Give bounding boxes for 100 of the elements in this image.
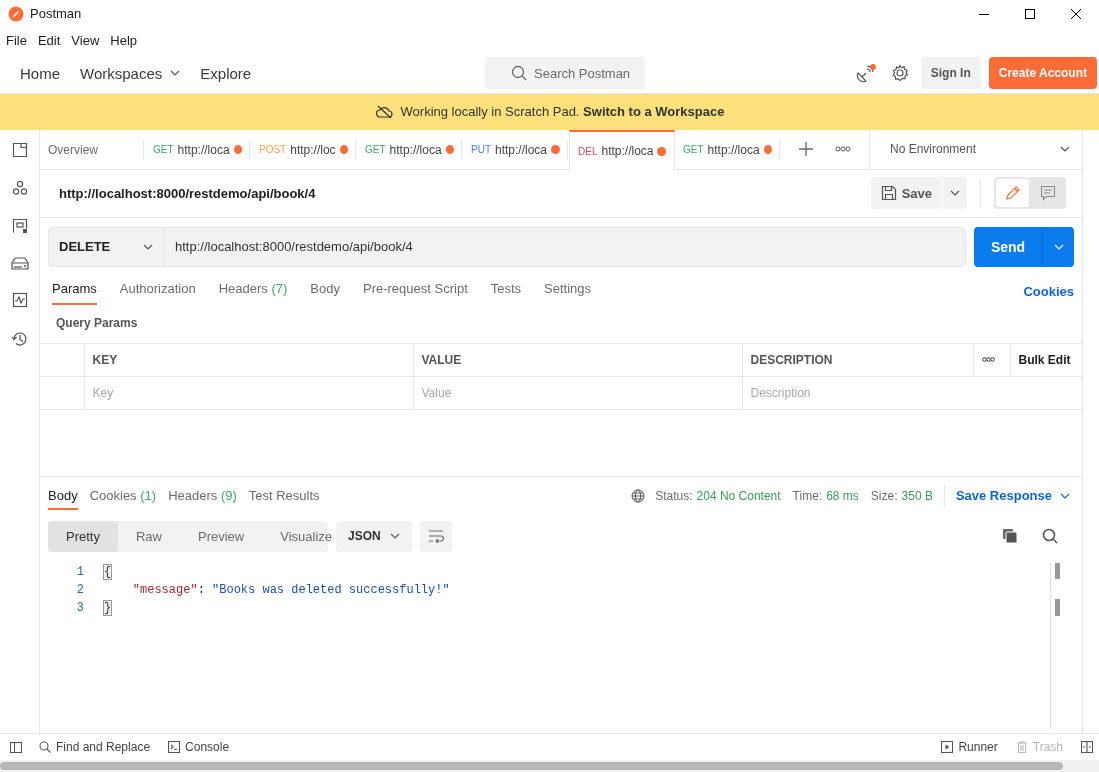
tab[interactable]: Headers (7) — [218, 278, 288, 305]
cloud-off-icon — [374, 104, 393, 119]
param-field[interactable]: Value — [413, 376, 742, 410]
method-label: GET — [683, 144, 704, 156]
tab[interactable]: Headers (9) — [168, 481, 237, 510]
globe-icon — [631, 488, 646, 503]
tab[interactable]: PUT http://loca — [463, 129, 569, 170]
plus-icon[interactable] — [799, 142, 813, 157]
edit-mode-button[interactable] — [996, 179, 1029, 208]
send-options-button[interactable] — [1042, 226, 1074, 267]
tab[interactable]: Cookies (1) — [89, 481, 157, 510]
satellite-icon[interactable] — [854, 63, 877, 84]
tab[interactable]: Overview — [40, 129, 145, 170]
console-icon — [168, 741, 181, 754]
save-button[interactable]: Save — [870, 177, 942, 210]
column-header: DESCRIPTION — [742, 343, 973, 377]
pencil-icon — [1004, 185, 1021, 202]
copy-icon[interactable] — [1002, 528, 1018, 545]
menu-item[interactable]: File — [6, 33, 27, 49]
split-pane-icon[interactable] — [1081, 741, 1093, 754]
nav-link[interactable]: Home — [20, 64, 60, 82]
environment-dropdown[interactable]: No Environment — [869, 129, 1082, 169]
console-button[interactable]: Console — [168, 740, 230, 755]
document-icon[interactable] — [11, 141, 28, 158]
more-icon[interactable] — [835, 146, 851, 153]
menu-item[interactable]: Help — [110, 33, 138, 49]
method-label: GET — [153, 144, 174, 156]
tab[interactable]: Tests — [490, 278, 522, 305]
column-header: KEY — [84, 343, 413, 377]
chevron-down-icon — [1060, 146, 1070, 153]
window-title: Postman — [30, 6, 83, 22]
send-button[interactable]: Send — [974, 226, 1042, 267]
method-label: GET — [365, 144, 386, 156]
more-icon[interactable] — [981, 357, 995, 363]
pulse-icon[interactable] — [11, 291, 28, 308]
view-tab[interactable]: Pretty — [48, 520, 118, 552]
close-icon[interactable] — [1071, 8, 1081, 19]
tab[interactable]: Pre-request Script — [363, 278, 468, 305]
circles-icon[interactable] — [11, 179, 28, 196]
tab[interactable]: Body — [310, 278, 340, 305]
search-icon — [511, 65, 527, 82]
play-icon — [941, 741, 954, 754]
line-number: 2 — [76, 582, 84, 597]
section-title: Query Params — [56, 315, 139, 332]
nav-link[interactable]: Workspaces — [80, 64, 181, 82]
cookies-link[interactable]: Cookies — [1023, 284, 1074, 300]
view-tab[interactable]: Raw — [117, 520, 180, 552]
tab[interactable]: GET http://loca — [357, 129, 463, 170]
tab[interactable]: Body — [48, 481, 78, 510]
caret-icon — [1053, 243, 1064, 250]
scrollbar-thumb[interactable] — [0, 762, 1063, 770]
nav-link[interactable]: Explore — [200, 64, 252, 82]
input-field[interactable]: Key — [92, 385, 405, 400]
find-button[interactable]: Find and Replace — [39, 740, 151, 755]
tab[interactable]: Settings — [544, 278, 592, 305]
search-bar[interactable]: Search Postman — [485, 57, 645, 90]
param-field[interactable]: Key — [84, 376, 413, 410]
status-value: 204 No Content — [696, 488, 781, 503]
wrap-icon — [428, 529, 444, 544]
sidebar-toggle-icon[interactable] — [10, 741, 22, 753]
status-label: Status: — [655, 488, 693, 503]
input-field[interactable]: Value — [421, 385, 734, 400]
bulk-edit-link[interactable]: Bulk Edit — [1010, 343, 1082, 377]
search-icon[interactable] — [1042, 528, 1058, 545]
search-field[interactable]: Search Postman — [534, 65, 644, 81]
settings-icon[interactable] — [890, 64, 909, 83]
save-response-button[interactable]: Save Response — [955, 488, 1070, 504]
sign-in-button[interactable]: Sign In — [920, 57, 981, 90]
view-tab[interactable]: Preview — [180, 520, 263, 552]
chevron-down-icon — [390, 533, 400, 540]
caret-icon — [950, 190, 960, 197]
switch-workspace-link[interactable]: Switch to a Workspace — [583, 104, 725, 120]
tab[interactable]: POST http://loc — [251, 129, 357, 170]
menu-item[interactable]: Edit — [37, 33, 61, 49]
tab[interactable]: GET http://loca — [675, 129, 781, 170]
size-label: Size: — [870, 488, 898, 503]
menu-item[interactable]: View — [71, 33, 100, 49]
trash-icon — [1015, 741, 1028, 754]
tab[interactable]: Params — [52, 278, 97, 305]
history-icon[interactable] — [10, 329, 29, 348]
chevron-down-icon — [1060, 492, 1070, 499]
chevron-down-icon — [170, 70, 181, 77]
input-field[interactable]: Description — [750, 385, 1074, 400]
runner-button[interactable]: Runner — [941, 740, 998, 755]
tab[interactable]: Test Results — [248, 481, 320, 510]
tab[interactable]: GET http://loca — [145, 129, 251, 170]
save-icon — [880, 185, 897, 202]
line-number: 3 — [76, 600, 84, 615]
scroll-marker — [1055, 562, 1060, 579]
maximize-icon[interactable] — [1025, 8, 1035, 19]
banner-message: Working locally in Scratch Pad. Switch to a Workspace — [400, 104, 725, 120]
postman-logo — [8, 5, 24, 22]
format-dropdown[interactable]: JSON — [336, 520, 412, 552]
request-name: http://localhost:8000/restdemo/api/book/4 — [59, 185, 317, 201]
tab[interactable]: Authorization — [119, 278, 196, 305]
window-icon[interactable] — [11, 217, 28, 234]
time-label: Time: — [792, 488, 823, 503]
server-icon[interactable] — [10, 255, 29, 270]
tab[interactable]: DEL http://loca — [569, 129, 675, 171]
method-label: DEL — [578, 145, 598, 157]
